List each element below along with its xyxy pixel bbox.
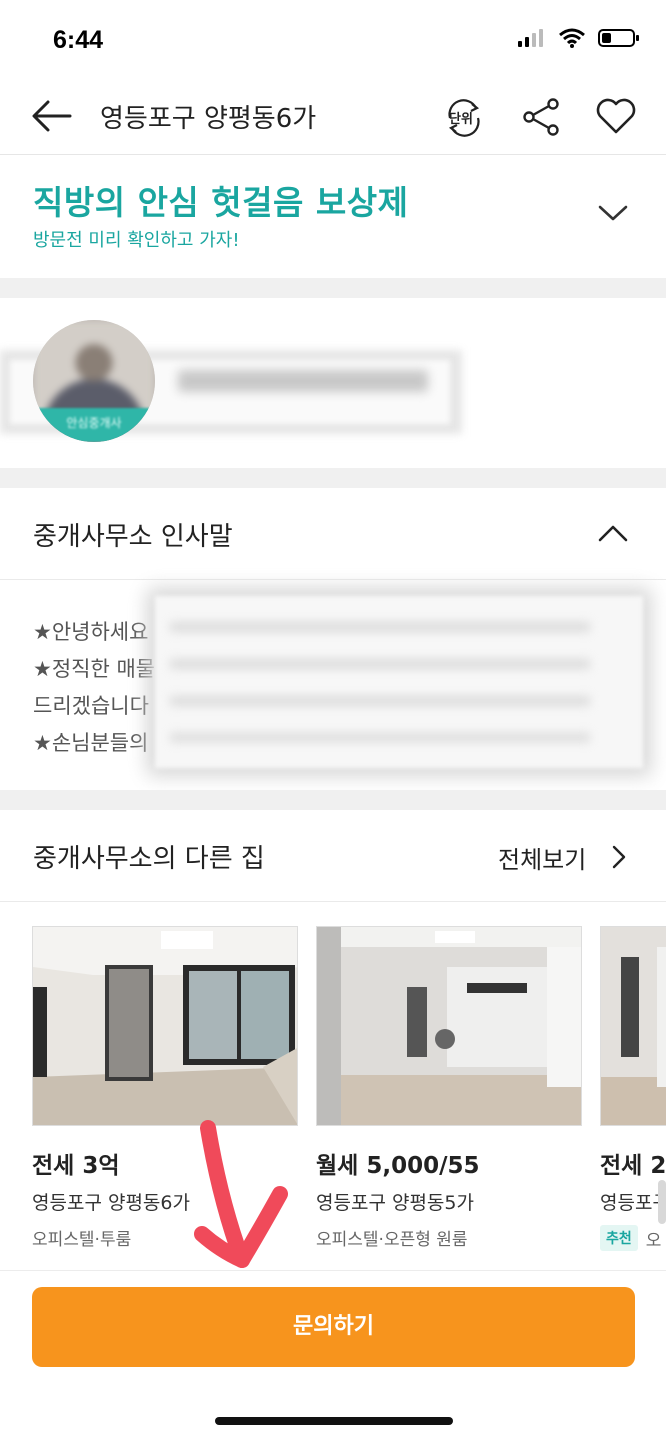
page-title: 영등포구 양평동6가 (100, 104, 317, 134)
inquiry-button[interactable]: 문의하기 (32, 1287, 635, 1367)
listing-type-text: 오피스텔·오픈형 원룸 (316, 1230, 468, 1250)
promo-banner[interactable]: 직방의 안심 헛걸음 보상제 방문전 미리 확인하고 가자! (0, 156, 666, 278)
status-icons (518, 28, 640, 48)
bottom-action-bar: 문의하기 (0, 1270, 666, 1440)
heart-icon[interactable] (595, 96, 637, 136)
safe-agent-badge: 안심중개사 (33, 408, 155, 442)
wifi-icon (559, 28, 585, 48)
blurred-greeting-text (170, 622, 590, 742)
listing-location: 영등포구 양평동5가 (316, 1192, 474, 1214)
greeting-line: 드리겠습니다 (33, 694, 149, 718)
greeting-body: ★안녕하세요 ★정직한 매물 드리겠습니다 ★손님분들의 (0, 582, 666, 790)
greeting-line: ★손님분들의 (33, 731, 149, 755)
battery-icon (598, 29, 639, 47)
room-photo-image (33, 927, 297, 1125)
top-nav-bar: 영등포구 양평동6가 단위 (0, 80, 666, 155)
back-arrow-icon[interactable] (30, 96, 74, 136)
listing-photo (316, 926, 582, 1126)
recommended-badge: 추천 (600, 1225, 638, 1251)
listing-card[interactable]: 전세 3억 영등포구 양평동6가 오피스텔·투룸 (32, 926, 298, 1250)
listing-type: 오피스텔·투룸 (32, 1225, 298, 1250)
listing-photo (32, 926, 298, 1126)
unit-toggle-button[interactable]: 단위 (442, 96, 486, 140)
section-divider (0, 790, 666, 810)
greeting-header[interactable]: 중개사무소 인사말 (0, 488, 666, 580)
share-icon[interactable] (521, 96, 561, 138)
section-divider (0, 278, 666, 298)
other-listings-title: 중개사무소의 다른 집 (33, 844, 265, 874)
listing-carousel[interactable]: 전세 3억 영등포구 양평동6가 오피스텔·투룸 월세 5,000/55 영등포… (0, 904, 666, 1264)
listing-price: 전세 3억 (32, 1153, 120, 1179)
chevron-right-icon[interactable] (611, 844, 627, 870)
listing-price: 월세 5,000/55 (316, 1153, 480, 1179)
listing-price: 전세 2 (600, 1153, 666, 1179)
status-bar: 6:44 (0, 0, 666, 80)
promo-title: 직방의 안심 헛걸음 보상제 (33, 183, 409, 222)
chevron-down-icon[interactable] (596, 201, 630, 225)
greeting-line: ★정직한 매물 (33, 657, 156, 681)
promo-subtitle: 방문전 미리 확인하고 가자! (33, 230, 240, 251)
listing-type-text: 오 (645, 1230, 662, 1251)
greeting-text: ★안녕하세요 ★정직한 매물 드리겠습니다 ★손님분들의 (33, 614, 155, 762)
other-listings-header: 중개사무소의 다른 집 전체보기 (0, 810, 666, 902)
greeting-title: 중개사무소 인사말 (33, 522, 233, 552)
listing-type: 오피스텔·오픈형 원룸 (316, 1225, 582, 1250)
listing-card[interactable]: 월세 5,000/55 영등포구 양평동5가 오피스텔·오픈형 원룸 (316, 926, 582, 1250)
chevron-up-icon[interactable] (597, 522, 629, 544)
listing-type: 추천 오 (600, 1225, 666, 1251)
avatar: 안심중개사 (33, 320, 155, 442)
signal-icon (518, 29, 543, 47)
see-all-link[interactable]: 전체보기 (498, 840, 586, 875)
status-time: 6:44 (53, 26, 104, 54)
home-indicator[interactable] (215, 1417, 453, 1425)
room-photo-image (601, 927, 666, 1125)
section-divider (0, 468, 666, 488)
blurred-agent-name (178, 370, 428, 392)
listing-photo (600, 926, 666, 1126)
scrollbar[interactable] (658, 1180, 666, 1224)
agent-profile[interactable]: 안심중개사 (0, 298, 666, 468)
room-photo-image (317, 927, 581, 1125)
listing-location: 영등포구 양평동6가 (32, 1192, 190, 1214)
greeting-line: ★안녕하세요 (33, 620, 149, 644)
listing-type-text: 오피스텔·투룸 (32, 1230, 132, 1250)
listing-location: 영등포구 (600, 1192, 666, 1214)
unit-toggle-label: 단위 (449, 112, 473, 127)
listing-card[interactable]: 전세 2 영등포구 추천 오 (600, 926, 666, 1251)
